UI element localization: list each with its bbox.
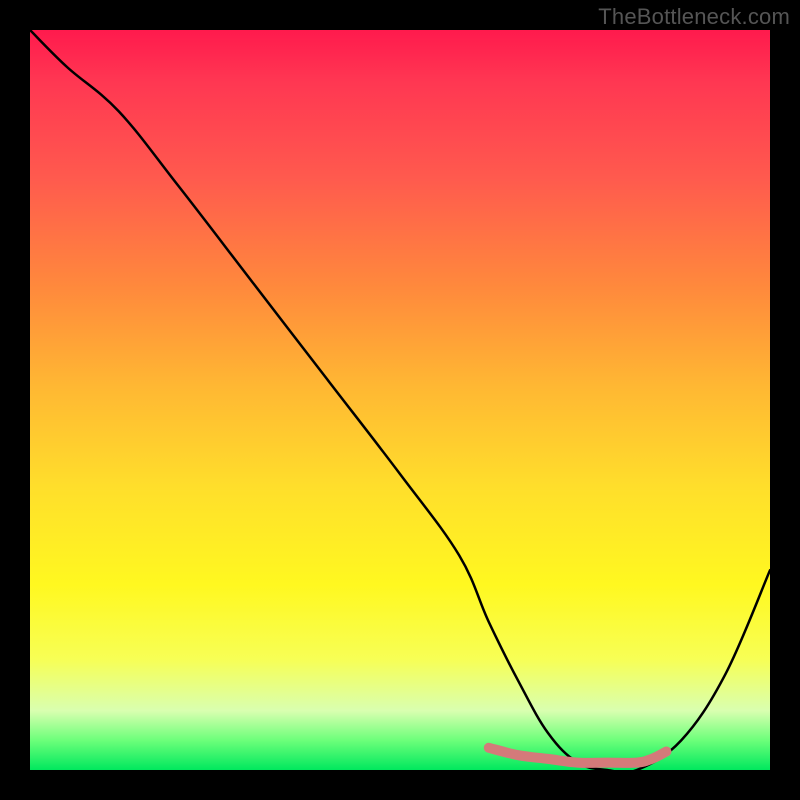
curve-layer	[30, 30, 770, 770]
watermark-text: TheBottleneck.com	[598, 4, 790, 30]
bottleneck-curve-path	[30, 30, 770, 770]
chart-frame: TheBottleneck.com	[0, 0, 800, 800]
plot-area	[30, 30, 770, 770]
optimal-band-path	[489, 748, 667, 763]
